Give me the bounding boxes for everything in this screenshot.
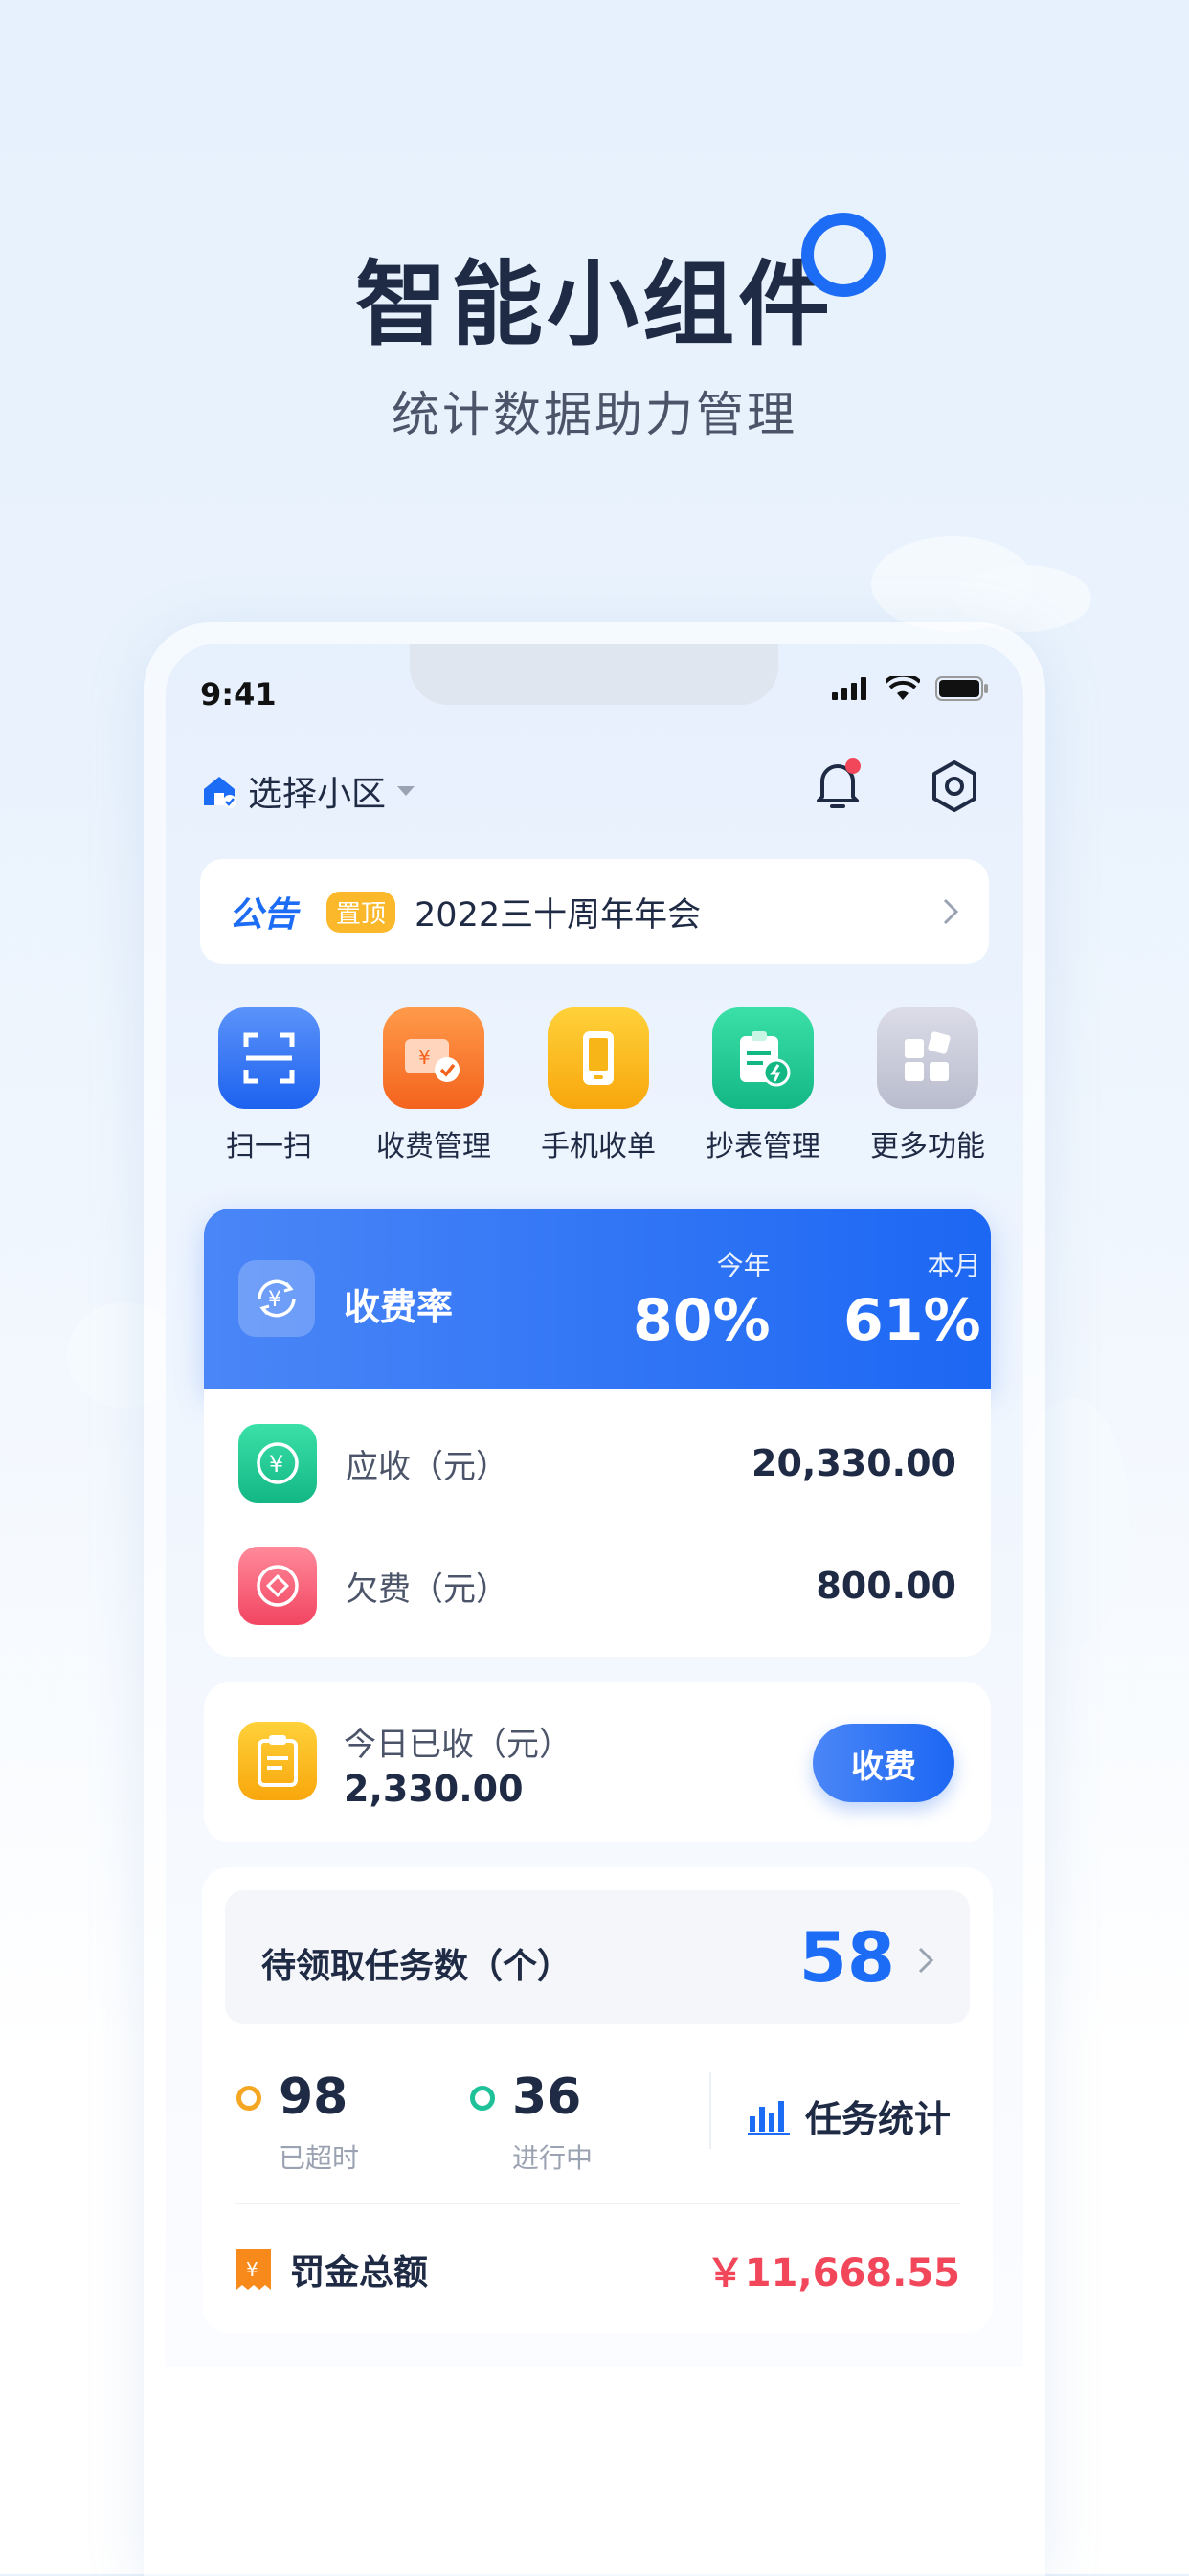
year-label: 今年 bbox=[716, 1250, 771, 1281]
home-icon bbox=[204, 777, 236, 808]
svg-text:¥: ¥ bbox=[268, 1288, 281, 1312]
battery-icon bbox=[935, 676, 988, 701]
fine-total-value: ￥11,668.55 bbox=[706, 2251, 960, 2295]
announcement-text: 2022三十周年年会 bbox=[415, 895, 702, 935]
divider bbox=[709, 2072, 711, 2149]
quick-action-label: 手机收单 bbox=[541, 1130, 656, 1164]
quick-action-label: 抄表管理 bbox=[706, 1130, 820, 1164]
arrears-row[interactable]: 欠费（元） 800.00 bbox=[238, 1546, 956, 1626]
quick-action-mobile-order[interactable]: 手机收单 bbox=[516, 1007, 681, 1164]
collect-fee-button[interactable]: 收费 bbox=[813, 1724, 954, 1802]
arrears-label: 欠费（元） bbox=[346, 1570, 508, 1609]
announcement-bar[interactable]: 公告 置顶 2022三十周年年会 bbox=[200, 859, 989, 964]
phone-notch bbox=[410, 644, 778, 705]
pending-tasks-count: 58 bbox=[798, 1917, 895, 1998]
collection-rate-card[interactable]: ¥ 收费率 今年 80% 本月 61% bbox=[204, 1209, 991, 1389]
fee-summary-card: ¥ 应收（元） 20,330.00 欠费（元） 800.00 bbox=[204, 1389, 991, 1657]
status-icons bbox=[832, 676, 989, 701]
svg-text:¥: ¥ bbox=[269, 1451, 283, 1478]
page-subtitle: 统计数据助力管理 bbox=[392, 387, 797, 442]
today-collected-label: 今日已收（元） bbox=[344, 1726, 572, 1764]
in-progress-label: 进行中 bbox=[512, 2142, 594, 2174]
scan-icon bbox=[218, 1007, 320, 1109]
quick-action-more[interactable]: 更多功能 bbox=[845, 1007, 1010, 1164]
quick-action-label: 更多功能 bbox=[870, 1130, 985, 1164]
overdue-value: 98 bbox=[279, 2068, 348, 2126]
overdue-dot bbox=[236, 2086, 261, 2111]
task-statistics-link[interactable]: 任务统计 bbox=[748, 2090, 951, 2142]
caret-down-icon bbox=[397, 786, 415, 796]
month-rate: 本月 61% bbox=[843, 1245, 981, 1354]
fine-ticket-icon: ¥ bbox=[236, 2249, 271, 2290]
billing-icon: ¥ bbox=[383, 1007, 484, 1109]
chevron-right-icon bbox=[918, 1947, 934, 1974]
receivable-label: 应收（元） bbox=[346, 1447, 508, 1486]
pinned-badge: 置顶 bbox=[326, 891, 396, 933]
clipboard-icon bbox=[238, 1722, 317, 1800]
receivable-value: 20,330.00 bbox=[752, 1442, 956, 1484]
refresh-yuan-icon: ¥ bbox=[238, 1260, 315, 1337]
svg-text:¥: ¥ bbox=[418, 1046, 431, 1069]
today-collected-card: 今日已收（元） 2,330.00 收费 bbox=[204, 1682, 991, 1842]
in-progress-dot bbox=[470, 2086, 495, 2111]
quick-action-label: 扫一扫 bbox=[226, 1130, 312, 1164]
wifi-icon bbox=[886, 676, 920, 700]
quick-actions: 扫一扫 ¥ 收费管理 手机收单 抄表管理 更多功能 bbox=[187, 1007, 1010, 1164]
arrears-coin-icon bbox=[238, 1547, 317, 1625]
year-value: 80% bbox=[633, 1287, 771, 1354]
settings-icon[interactable] bbox=[926, 757, 983, 816]
announcement-tag: 公告 bbox=[229, 895, 299, 935]
fine-total-row[interactable]: ¥ 罚金总额 ￥11,668.55 bbox=[235, 2241, 960, 2298]
fine-total-label: 罚金总额 bbox=[290, 2253, 429, 2293]
divider bbox=[235, 2203, 960, 2204]
quick-action-scan[interactable]: 扫一扫 bbox=[187, 1007, 351, 1164]
task-statistics-label: 任务统计 bbox=[805, 2098, 952, 2140]
quick-action-meter[interactable]: 抄表管理 bbox=[681, 1007, 845, 1164]
month-value: 61% bbox=[843, 1287, 981, 1354]
in-progress-value: 36 bbox=[512, 2068, 582, 2126]
page-title: 智能小组件 bbox=[355, 251, 834, 358]
community-label: 选择小区 bbox=[248, 775, 387, 814]
more-apps-icon bbox=[877, 1007, 978, 1109]
chevron-right-icon bbox=[943, 898, 959, 925]
month-label: 本月 bbox=[927, 1250, 981, 1281]
phone-screen: 9:41 选择小区 公告 置顶 2022三十周年年会 扫一扫 ¥ 收费管理 手机… bbox=[166, 644, 1023, 2367]
bar-chart-icon bbox=[748, 2100, 790, 2135]
quick-action-billing[interactable]: ¥ 收费管理 bbox=[351, 1007, 516, 1164]
pending-tasks-row[interactable]: 待领取任务数（个） 58 bbox=[225, 1890, 970, 2024]
pending-tasks-label: 待领取任务数（个） bbox=[261, 1947, 572, 1986]
ring-decoration bbox=[801, 213, 886, 297]
task-card: 待领取任务数（个） 58 98 已超时 36 进行中 任务统计 ¥ 罚金总额 ￥… bbox=[202, 1867, 993, 2333]
year-rate: 今年 80% bbox=[633, 1245, 771, 1354]
signal-icon bbox=[832, 677, 866, 700]
community-selector[interactable]: 选择小区 bbox=[200, 766, 416, 816]
status-time: 9:41 bbox=[200, 676, 277, 712]
phone-icon bbox=[548, 1007, 649, 1109]
quick-action-label: 收费管理 bbox=[376, 1130, 491, 1164]
arrears-value: 800.00 bbox=[816, 1565, 956, 1607]
yuan-coin-icon: ¥ bbox=[238, 1424, 317, 1503]
receivable-row[interactable]: ¥ 应收（元） 20,330.00 bbox=[238, 1423, 956, 1503]
today-collected-value: 2,330.00 bbox=[344, 1768, 524, 1810]
svg-text:¥: ¥ bbox=[246, 2258, 258, 2281]
meter-icon bbox=[712, 1007, 814, 1109]
bell-icon[interactable] bbox=[809, 757, 866, 816]
overdue-label: 已超时 bbox=[279, 2142, 360, 2174]
collection-rate-title: 收费率 bbox=[344, 1286, 454, 1328]
